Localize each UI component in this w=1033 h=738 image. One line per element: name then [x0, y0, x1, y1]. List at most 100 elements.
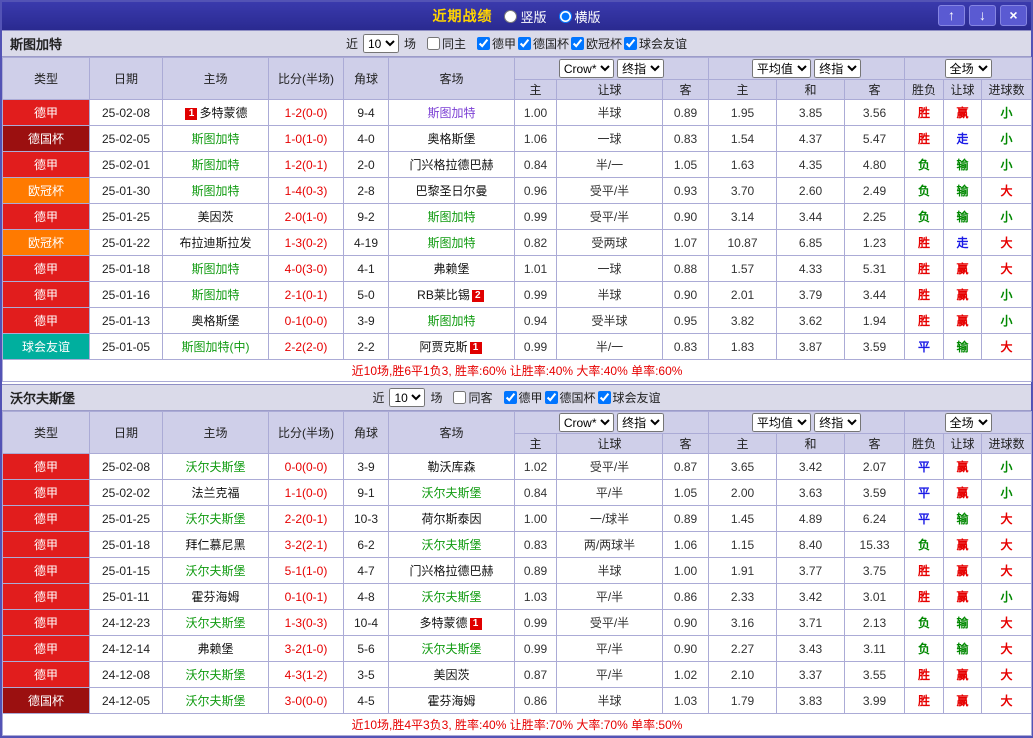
same-venue-checkbox-input[interactable] [426, 37, 440, 50]
match-count-select[interactable]: 10 [362, 34, 399, 53]
away-team-cell: 巴黎圣日尔曼 [388, 177, 515, 204]
match-date: 25-01-11 [89, 583, 163, 610]
layout-radio-horizontal[interactable]: 横版 [558, 7, 601, 26]
match-count-select[interactable]: 10 [389, 388, 426, 407]
red-card-badge: 2 [471, 290, 484, 302]
match-row: 欧冠杯 25-01-22 布拉迪斯拉发 1-3(0-2) 4-19 斯图加特 0.82 受两球… [2, 229, 1033, 256]
team-link[interactable]: 斯图加特 [191, 158, 239, 172]
same-venue-checkbox-input[interactable] [453, 391, 467, 404]
team-link[interactable]: 门兴格拉德巴赫 [409, 564, 493, 578]
horizontal-radio-input[interactable] [558, 9, 572, 23]
team-link[interactable]: 霍芬海姆 [191, 590, 239, 604]
goals-result: 小 [981, 479, 1033, 506]
corners-score: 2-0 [343, 151, 389, 178]
avg-source-select[interactable]: 平均值 [751, 413, 811, 432]
team-link[interactable]: 拜仁慕尼黑 [185, 538, 245, 552]
team-link[interactable]: 霍芬海姆 [427, 694, 475, 708]
team-link[interactable]: RB莱比锡 [417, 288, 470, 302]
team-link[interactable]: 沃尔夫斯堡 [185, 694, 245, 708]
team-link[interactable]: 奥格斯堡 [191, 314, 239, 328]
team-link[interactable]: 沃尔夫斯堡 [185, 564, 245, 578]
team-link[interactable]: 沃尔夫斯堡 [185, 460, 245, 474]
same-venue-checkbox[interactable]: 同客 [453, 389, 493, 406]
crown-odds-handicap: 平/半 [556, 661, 663, 688]
team-link[interactable]: 勒沃库森 [427, 460, 475, 474]
team-link[interactable]: 斯图加特 [427, 314, 475, 328]
team-link[interactable]: 沃尔夫斯堡 [421, 538, 481, 552]
goals-result: 小 [981, 281, 1033, 308]
team-link[interactable]: 沃尔夫斯堡 [421, 486, 481, 500]
crown-stage-select[interactable]: 终指 [617, 413, 665, 432]
team-link[interactable]: 斯图加特(中) [182, 340, 250, 354]
team-link[interactable]: 多特蒙德 [199, 106, 247, 120]
team-link[interactable]: 斯图加特 [427, 210, 475, 224]
col-header-score: 比分(半场) [268, 57, 344, 100]
team-link[interactable]: 斯图加特 [427, 236, 475, 250]
team-link[interactable]: 沃尔夫斯堡 [421, 590, 481, 604]
competition-checkbox[interactable]: 欧冠杯 [571, 35, 622, 52]
team-link[interactable]: 门兴格拉德巴赫 [409, 158, 493, 172]
same-venue-checkbox[interactable]: 同主 [426, 35, 466, 52]
result-scope-select[interactable]: 全场 [944, 59, 992, 78]
competition-checkbox-input[interactable] [518, 37, 531, 50]
competition-checkbox-input[interactable] [597, 391, 611, 404]
crown-odds-handicap: 一球 [556, 125, 663, 152]
crown-odds-away: 0.83 [661, 125, 710, 152]
home-team-cell: 沃尔夫斯堡 [162, 609, 269, 636]
team-link[interactable]: 沃尔夫斯堡 [185, 668, 245, 682]
avg-stage-select[interactable]: 终指 [814, 413, 862, 432]
competition-checkbox[interactable]: 球会友谊 [624, 35, 687, 52]
competition-checkbox-input[interactable] [571, 37, 585, 50]
move-down-button[interactable]: ↓ [969, 5, 996, 26]
team-link[interactable]: 法兰克福 [191, 486, 239, 500]
team-link[interactable]: 沃尔夫斯堡 [421, 642, 481, 656]
avg-source-select[interactable]: 平均值 [751, 59, 811, 78]
team-link[interactable]: 阿贾克斯 [419, 340, 467, 354]
vertical-radio-label: 竖版 [520, 9, 547, 25]
competition-checkbox-input[interactable] [476, 37, 490, 50]
team-link[interactable]: 荷尔斯泰因 [421, 512, 481, 526]
layout-radio-vertical[interactable]: 竖版 [504, 7, 547, 26]
team-link[interactable]: 布拉迪斯拉发 [179, 236, 251, 250]
team-link[interactable]: 斯图加特 [191, 262, 239, 276]
avg-stage-select[interactable]: 终指 [814, 59, 862, 78]
competition-checkbox[interactable]: 德甲 [476, 35, 516, 52]
team-link[interactable]: 多特蒙德 [419, 616, 467, 630]
close-button[interactable]: × [1000, 5, 1027, 26]
handicap-result: 赢 [943, 583, 983, 610]
team-link[interactable]: 弗赖堡 [433, 262, 469, 276]
competition-checkbox[interactable]: 德甲 [503, 389, 543, 406]
move-up-button[interactable]: ↑ [938, 5, 965, 26]
corners-score: 10-4 [343, 609, 389, 636]
avg-odds-home: 10.87 [708, 229, 778, 256]
match-row: 德甲 25-01-16 斯图加特 2-1(0-1) 5-0 RB莱比锡 2 0.99 半球 0.9… [2, 281, 1033, 308]
competition-checkbox[interactable]: 球会友谊 [597, 389, 661, 406]
crown-stage-select[interactable]: 终指 [617, 59, 665, 78]
team-link[interactable]: 斯图加特 [427, 106, 475, 120]
team-link[interactable]: 奥格斯堡 [427, 132, 475, 146]
team-link[interactable]: 斯图加特 [191, 132, 239, 146]
match-row: 德甲 24-12-14 弗赖堡 3-2(1-0) 5-6 沃尔夫斯堡 0.99 平/半 0.90… [2, 635, 1033, 662]
team-link[interactable]: 美因茨 [433, 668, 469, 682]
avg-odds-home: 3.70 [708, 177, 778, 204]
competition-checkbox[interactable]: 德国杯 [518, 35, 569, 52]
team-link[interactable]: 斯图加特 [191, 288, 239, 302]
competition-checkbox-input[interactable] [503, 391, 517, 404]
crown-odds-away: 0.88 [661, 255, 710, 282]
team-link[interactable]: 巴黎圣日尔曼 [415, 184, 487, 198]
team-link[interactable]: 沃尔夫斯堡 [185, 512, 245, 526]
vertical-radio-input[interactable] [504, 9, 518, 23]
corners-score: 9-4 [343, 99, 389, 126]
bookmaker-select[interactable]: Crow* [558, 413, 614, 432]
team-link[interactable]: 美因茨 [197, 210, 233, 224]
team-link[interactable]: 弗赖堡 [197, 642, 233, 656]
competition-checkbox-input[interactable] [624, 37, 638, 50]
result-scope-select[interactable]: 全场 [944, 413, 992, 432]
league-badge: 德甲 [2, 281, 90, 308]
competition-checkbox-input[interactable] [544, 391, 558, 404]
team-link[interactable]: 沃尔夫斯堡 [185, 616, 245, 630]
competition-checkbox[interactable]: 德国杯 [544, 389, 596, 406]
avg-odds-header: 平均值 终指 [708, 411, 906, 434]
bookmaker-select[interactable]: Crow* [558, 59, 614, 78]
team-link[interactable]: 斯图加特 [191, 184, 239, 198]
